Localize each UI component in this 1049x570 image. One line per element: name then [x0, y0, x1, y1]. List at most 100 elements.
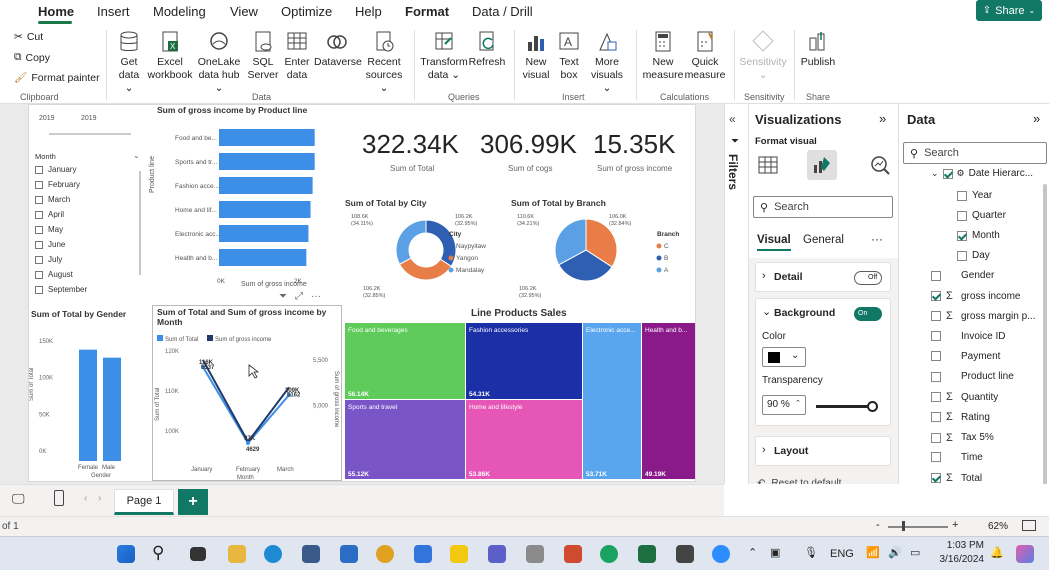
gender-bar[interactable] — [103, 357, 121, 461]
month-slicer-item[interactable]: January — [35, 165, 76, 174]
slicer-checkbox[interactable] — [35, 180, 43, 189]
wifi-icon[interactable]: 📶 — [866, 546, 880, 559]
tab-optimize[interactable]: Optimize — [281, 4, 332, 19]
slicer-checkbox[interactable] — [35, 240, 43, 249]
report-page[interactable]: 2019 2019 Month ⌄ January February March Ap… — [28, 104, 696, 482]
product-bar[interactable] — [219, 249, 307, 266]
field-checkbox[interactable] — [931, 412, 941, 423]
year-range-slider[interactable] — [49, 133, 131, 135]
month-slicer-item[interactable]: March — [35, 195, 70, 204]
tab-insert[interactable]: Insert — [97, 4, 130, 19]
transparency-slider-thumb[interactable] — [866, 401, 878, 412]
tab-data-drill[interactable]: Data / Drill — [472, 4, 533, 19]
zoom-slider-thumb[interactable] — [902, 521, 905, 531]
transparency-input[interactable]: 90 % ⌃ — [762, 395, 806, 415]
app-icon[interactable] — [414, 545, 432, 563]
publish-button[interactable]: Publish — [800, 30, 836, 69]
product-bar[interactable] — [219, 201, 311, 218]
data-field[interactable]: Payment — [931, 351, 1000, 362]
text-box-button[interactable]: A Text box — [554, 30, 584, 82]
month-line-chart[interactable]: Sum of Total Sum of gross income 120K 110K 1… — [153, 331, 341, 481]
slicer-checkbox[interactable] — [35, 225, 43, 234]
task-view-icon[interactable] — [190, 547, 206, 561]
more-visuals-button[interactable]: More visuals ⌄ — [586, 30, 628, 95]
data-field[interactable]: Σ Quantity — [931, 391, 998, 403]
zoom-out-button[interactable]: - — [876, 519, 880, 531]
field-checkbox[interactable] — [931, 452, 941, 463]
hierarchy-checkbox[interactable] — [942, 168, 953, 179]
chevron-down-icon[interactable]: ⌄ — [762, 305, 771, 318]
more-options-icon[interactable]: ··· — [311, 291, 321, 302]
data-field[interactable]: Gender — [931, 270, 994, 281]
battery-icon[interactable]: ▭ — [910, 546, 920, 559]
format-visual-icon[interactable] — [807, 150, 837, 180]
mail-icon[interactable] — [340, 545, 358, 563]
field-checkbox[interactable] — [957, 210, 967, 221]
new-measure-button[interactable]: New measure — [642, 30, 684, 82]
treemap-tile[interactable] — [583, 323, 641, 479]
gender-bar-chart[interactable]: 150K 100K 50K 0K Sum of Total Female Male Gende… — [29, 321, 151, 481]
language-indicator[interactable]: ENG — [830, 548, 854, 560]
zoom-app-icon[interactable] — [712, 545, 730, 563]
product-bar[interactable] — [219, 153, 315, 170]
onelake-button[interactable]: OneLake data hub ⌄ — [196, 30, 242, 95]
page-next-icon[interactable]: › — [98, 493, 101, 504]
product-bar[interactable] — [219, 129, 315, 146]
chrome-profile-icon[interactable] — [600, 545, 618, 563]
desktop-layout-icon[interactable]: 🖵 — [12, 491, 25, 507]
month-slicer-item[interactable]: May — [35, 225, 63, 234]
tab-format[interactable]: Format — [405, 4, 449, 19]
treemap-tile[interactable] — [642, 323, 695, 479]
branch-pie-chart[interactable]: 110.6K (34.21%) 106.0K (32.84%) 106.2K (32.95… — [505, 210, 695, 300]
treemap-tile[interactable] — [466, 323, 582, 399]
build-visual-icon[interactable] — [755, 152, 781, 178]
chevron-down-icon[interactable]: ⌄ — [133, 151, 140, 160]
get-data-button[interactable]: Get data ⌄ — [114, 30, 144, 95]
data-field[interactable]: Σ Rating — [931, 411, 990, 423]
tab-view[interactable]: View — [230, 4, 258, 19]
tab-visual[interactable]: Visual — [757, 234, 791, 246]
tab-home[interactable]: Home — [38, 4, 74, 19]
hierarchy-field[interactable]: Quarter — [957, 210, 1006, 221]
search-icon[interactable]: ⚲ — [152, 543, 164, 563]
data-field[interactable]: Σ Total — [931, 472, 982, 484]
enter-data-button[interactable]: Enter data — [282, 30, 312, 82]
month-slicer-item[interactable]: April — [35, 210, 64, 219]
data-field[interactable]: Product line — [931, 371, 1014, 382]
field-checkbox[interactable] — [931, 473, 941, 483]
background-toggle[interactable]: On — [854, 307, 882, 321]
zoom-slider[interactable] — [888, 526, 948, 528]
collapse-chevron-icon[interactable]: « — [729, 112, 736, 126]
analytics-icon[interactable] — [867, 152, 893, 178]
filter-icon[interactable]: ⏷ — [279, 291, 287, 302]
clock-time[interactable]: 1:03 PM — [944, 540, 984, 551]
copilot-icon[interactable] — [1016, 545, 1034, 563]
line-products-treemap[interactable]: Food and beverages 56.14K Fashion accessor… — [345, 323, 695, 479]
notification-icon[interactable]: 🔔 — [990, 546, 1004, 559]
detail-card[interactable]: › Detail Off — [755, 262, 891, 292]
sensitivity-button[interactable]: Sensitivity ⌄ — [738, 30, 788, 82]
slicer-checkbox[interactable] — [35, 270, 43, 279]
gender-bar[interactable] — [79, 349, 97, 461]
fit-to-page-icon[interactable] — [1022, 520, 1036, 531]
refresh-button[interactable]: Refresh — [468, 30, 506, 69]
month-slicer-item[interactable]: September — [35, 285, 87, 294]
chevron-up-icon[interactable]: ⌃ — [748, 546, 757, 559]
hierarchy-field[interactable]: Year — [957, 190, 992, 201]
detail-toggle[interactable]: Off — [854, 271, 882, 285]
expand-chevron-icon[interactable]: » — [879, 111, 886, 126]
hierarchy-field[interactable]: Month — [957, 230, 1000, 241]
city-donut-chart[interactable]: 108.6K (34.11%) 106.2K (32.95%) 106.2K (32.85… — [341, 210, 501, 300]
field-checkbox[interactable] — [931, 270, 941, 281]
focus-mode-icon[interactable]: ⤢ — [295, 291, 303, 302]
data-field[interactable]: Time — [931, 452, 983, 463]
app-icon[interactable] — [676, 545, 694, 563]
microphone-icon[interactable]: 🎙 — [804, 546, 818, 559]
page-prev-icon[interactable]: ‹ — [84, 493, 87, 504]
new-visual-button[interactable]: New visual — [520, 30, 552, 82]
data-field[interactable]: Σ Tax 5% — [931, 432, 994, 444]
layout-card[interactable]: › Layout — [755, 436, 891, 466]
cut-button[interactable]: ✂ Cut — [14, 31, 43, 43]
filters-label[interactable]: Filters — [726, 154, 740, 190]
field-checkbox[interactable] — [931, 371, 941, 382]
